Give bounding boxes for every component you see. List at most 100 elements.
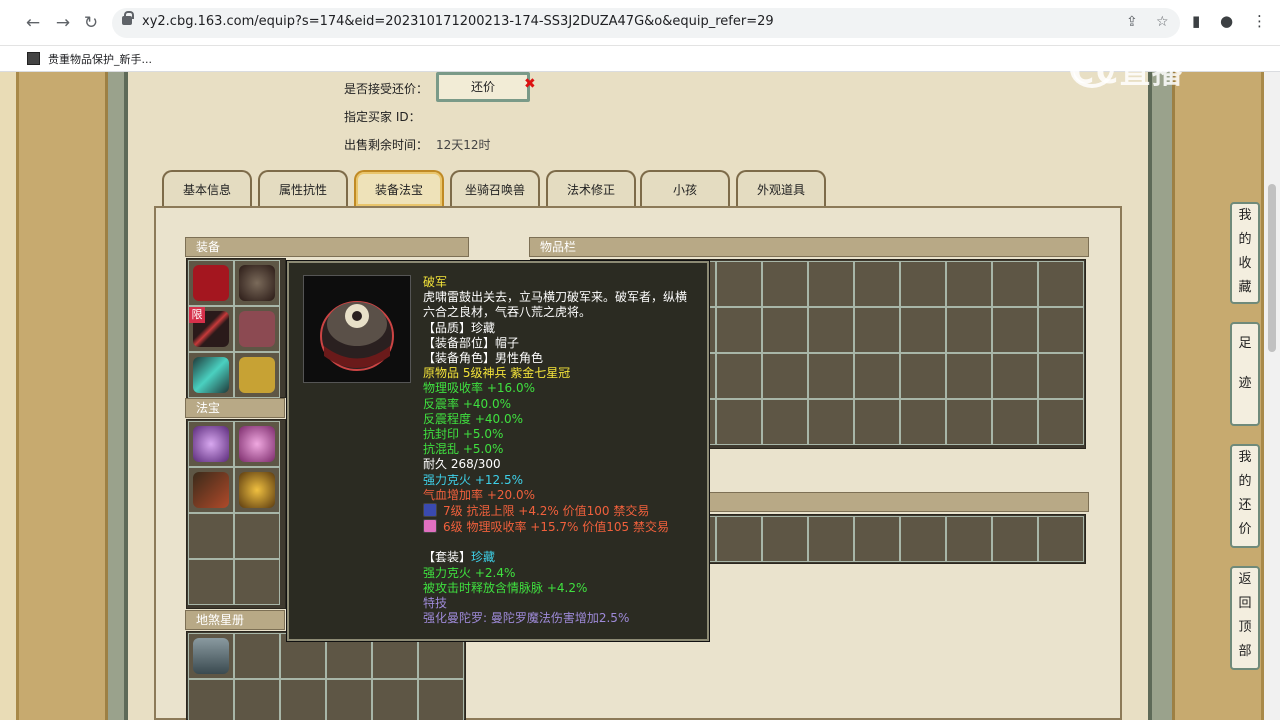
equip-slot[interactable] [188,260,234,306]
inventory-slot[interactable] [992,353,1038,399]
my-counter-offer-button[interactable]: 我的还价 [1230,444,1260,548]
disha-slot[interactable] [234,679,280,720]
limit-badge: 限 [189,307,205,323]
inventory-slot[interactable] [808,261,854,307]
bookmark-item[interactable]: 贵重物品保护_新手... [48,51,152,67]
helmet-icon [239,265,275,301]
disha-slot[interactable] [418,679,464,720]
tab-equipment[interactable]: 装备法宝 [354,170,444,206]
inventory-slot[interactable] [992,307,1038,353]
reload-icon[interactable]: ↻ [80,12,102,34]
sidepanel-icon[interactable]: ▮ [1192,12,1200,30]
equip-slot[interactable] [188,352,234,398]
side-button-char: 我 [1238,450,1252,465]
inventory-slot[interactable] [854,399,900,445]
star-icon[interactable]: ☆ [1156,14,1169,30]
fabao-slot[interactable] [188,513,234,559]
helmet-icon [320,301,394,371]
inventory-slot[interactable] [762,261,808,307]
set-attr: 被攻击时释放含情脉脉 +4.2% [423,580,588,595]
inventory-slot[interactable] [946,307,992,353]
equip-slot[interactable]: 限 [188,306,234,352]
inventory-slot[interactable] [900,399,946,445]
address-bar[interactable]: xy2.cbg.163.com/equip?s=174&eid=20231017… [112,8,1180,38]
inventory-slot[interactable] [854,261,900,307]
section-inventory-header: 物品栏 [529,237,1089,257]
fabao-slot[interactable] [234,559,280,605]
tab-basic-info[interactable]: 基本信息 [162,170,252,206]
disha-slot[interactable] [234,633,280,679]
tab-mounts[interactable]: 坐骑召唤兽 [450,170,540,206]
inventory-slot[interactable] [716,261,762,307]
inventory-slot[interactable] [1038,307,1084,353]
fabao-slot[interactable] [234,513,280,559]
inventory-slot[interactable] [762,516,808,562]
tab-child[interactable]: 小孩 [640,170,730,206]
disha-slot[interactable] [372,679,418,720]
inventory-slot[interactable] [808,516,854,562]
inventory-slot[interactable] [946,261,992,307]
lock-icon[interactable] [122,11,134,25]
fabao-slot[interactable] [188,467,234,513]
fabao-slot[interactable] [188,421,234,467]
disha-slot[interactable] [188,633,234,679]
fabao-slot[interactable] [234,421,280,467]
equip-slot[interactable] [234,306,280,352]
set-attr: 强力克火 +2.4% [423,565,516,580]
footprint-button[interactable]: 足迹 [1230,322,1260,426]
inventory-slot[interactable] [1038,516,1084,562]
inventory-slot[interactable] [900,261,946,307]
inventory-slot[interactable] [762,399,808,445]
equip-slot[interactable] [234,352,280,398]
inventory-slot[interactable] [1038,399,1084,445]
inventory-slot[interactable] [992,261,1038,307]
counter-offer-button[interactable]: 还价 [436,72,530,102]
inventory-slot[interactable] [900,307,946,353]
inventory-slot[interactable] [992,399,1038,445]
equip-slot[interactable] [234,260,280,306]
inventory-slot[interactable] [716,399,762,445]
inventory-slot[interactable] [716,353,762,399]
inventory-slot[interactable] [900,516,946,562]
inventory-slot[interactable] [946,353,992,399]
counter-offer-label: 是否接受还价： [344,82,429,96]
inventory-slot[interactable] [992,516,1038,562]
menu-icon[interactable]: ⋮ [1252,12,1267,30]
tab-attributes[interactable]: 属性抗性 [258,170,348,206]
inventory-slot[interactable] [808,307,854,353]
inventory-slot[interactable] [808,399,854,445]
inventory-slot[interactable] [946,399,992,445]
inventory-slot[interactable] [854,516,900,562]
forward-icon[interactable]: → [52,12,74,34]
scrollbar-thumb[interactable] [1268,184,1276,352]
item-attr: 抗封印 +5.0% [423,427,504,442]
inventory-slot[interactable] [900,353,946,399]
profile-icon[interactable]: ● [1220,12,1233,30]
inventory-slot[interactable] [854,353,900,399]
inventory-slot[interactable] [716,307,762,353]
side-button-char: 部 [1238,644,1252,659]
inventory-slot[interactable] [716,516,762,562]
item-tooltip: 破军 虎啸雷鼓出关去，立马横刀破军来。破军者，纵横 六合之良材，气吞八荒之虎将。… [287,261,709,641]
inventory-slot[interactable] [1038,261,1084,307]
inventory-slot[interactable] [854,307,900,353]
inventory-slot[interactable] [946,516,992,562]
fabao-slot[interactable] [234,467,280,513]
disha-slot[interactable] [188,679,234,720]
tab-spell-fix[interactable]: 法术修正 [546,170,636,206]
fabao-slot[interactable] [188,559,234,605]
inventory-slot[interactable] [1038,353,1084,399]
tab-appearance[interactable]: 外观道具 [736,170,826,206]
back-to-top-button[interactable]: 返回顶部 [1230,566,1260,670]
inventory-slot[interactable] [762,307,808,353]
share-icon[interactable]: ⇪ [1126,14,1138,30]
inventory-slot[interactable] [808,353,854,399]
my-favorites-button[interactable]: 我的收藏 [1230,202,1260,304]
disha-slot[interactable] [326,679,372,720]
url-text[interactable]: xy2.cbg.163.com/equip?s=174&eid=20231017… [142,14,774,29]
item-cyan-attr: 强力克火 +12.5% [423,472,523,487]
scrollbar[interactable] [1264,72,1280,720]
disha-slot[interactable] [280,679,326,720]
back-icon[interactable]: ← [22,12,44,34]
inventory-slot[interactable] [762,353,808,399]
